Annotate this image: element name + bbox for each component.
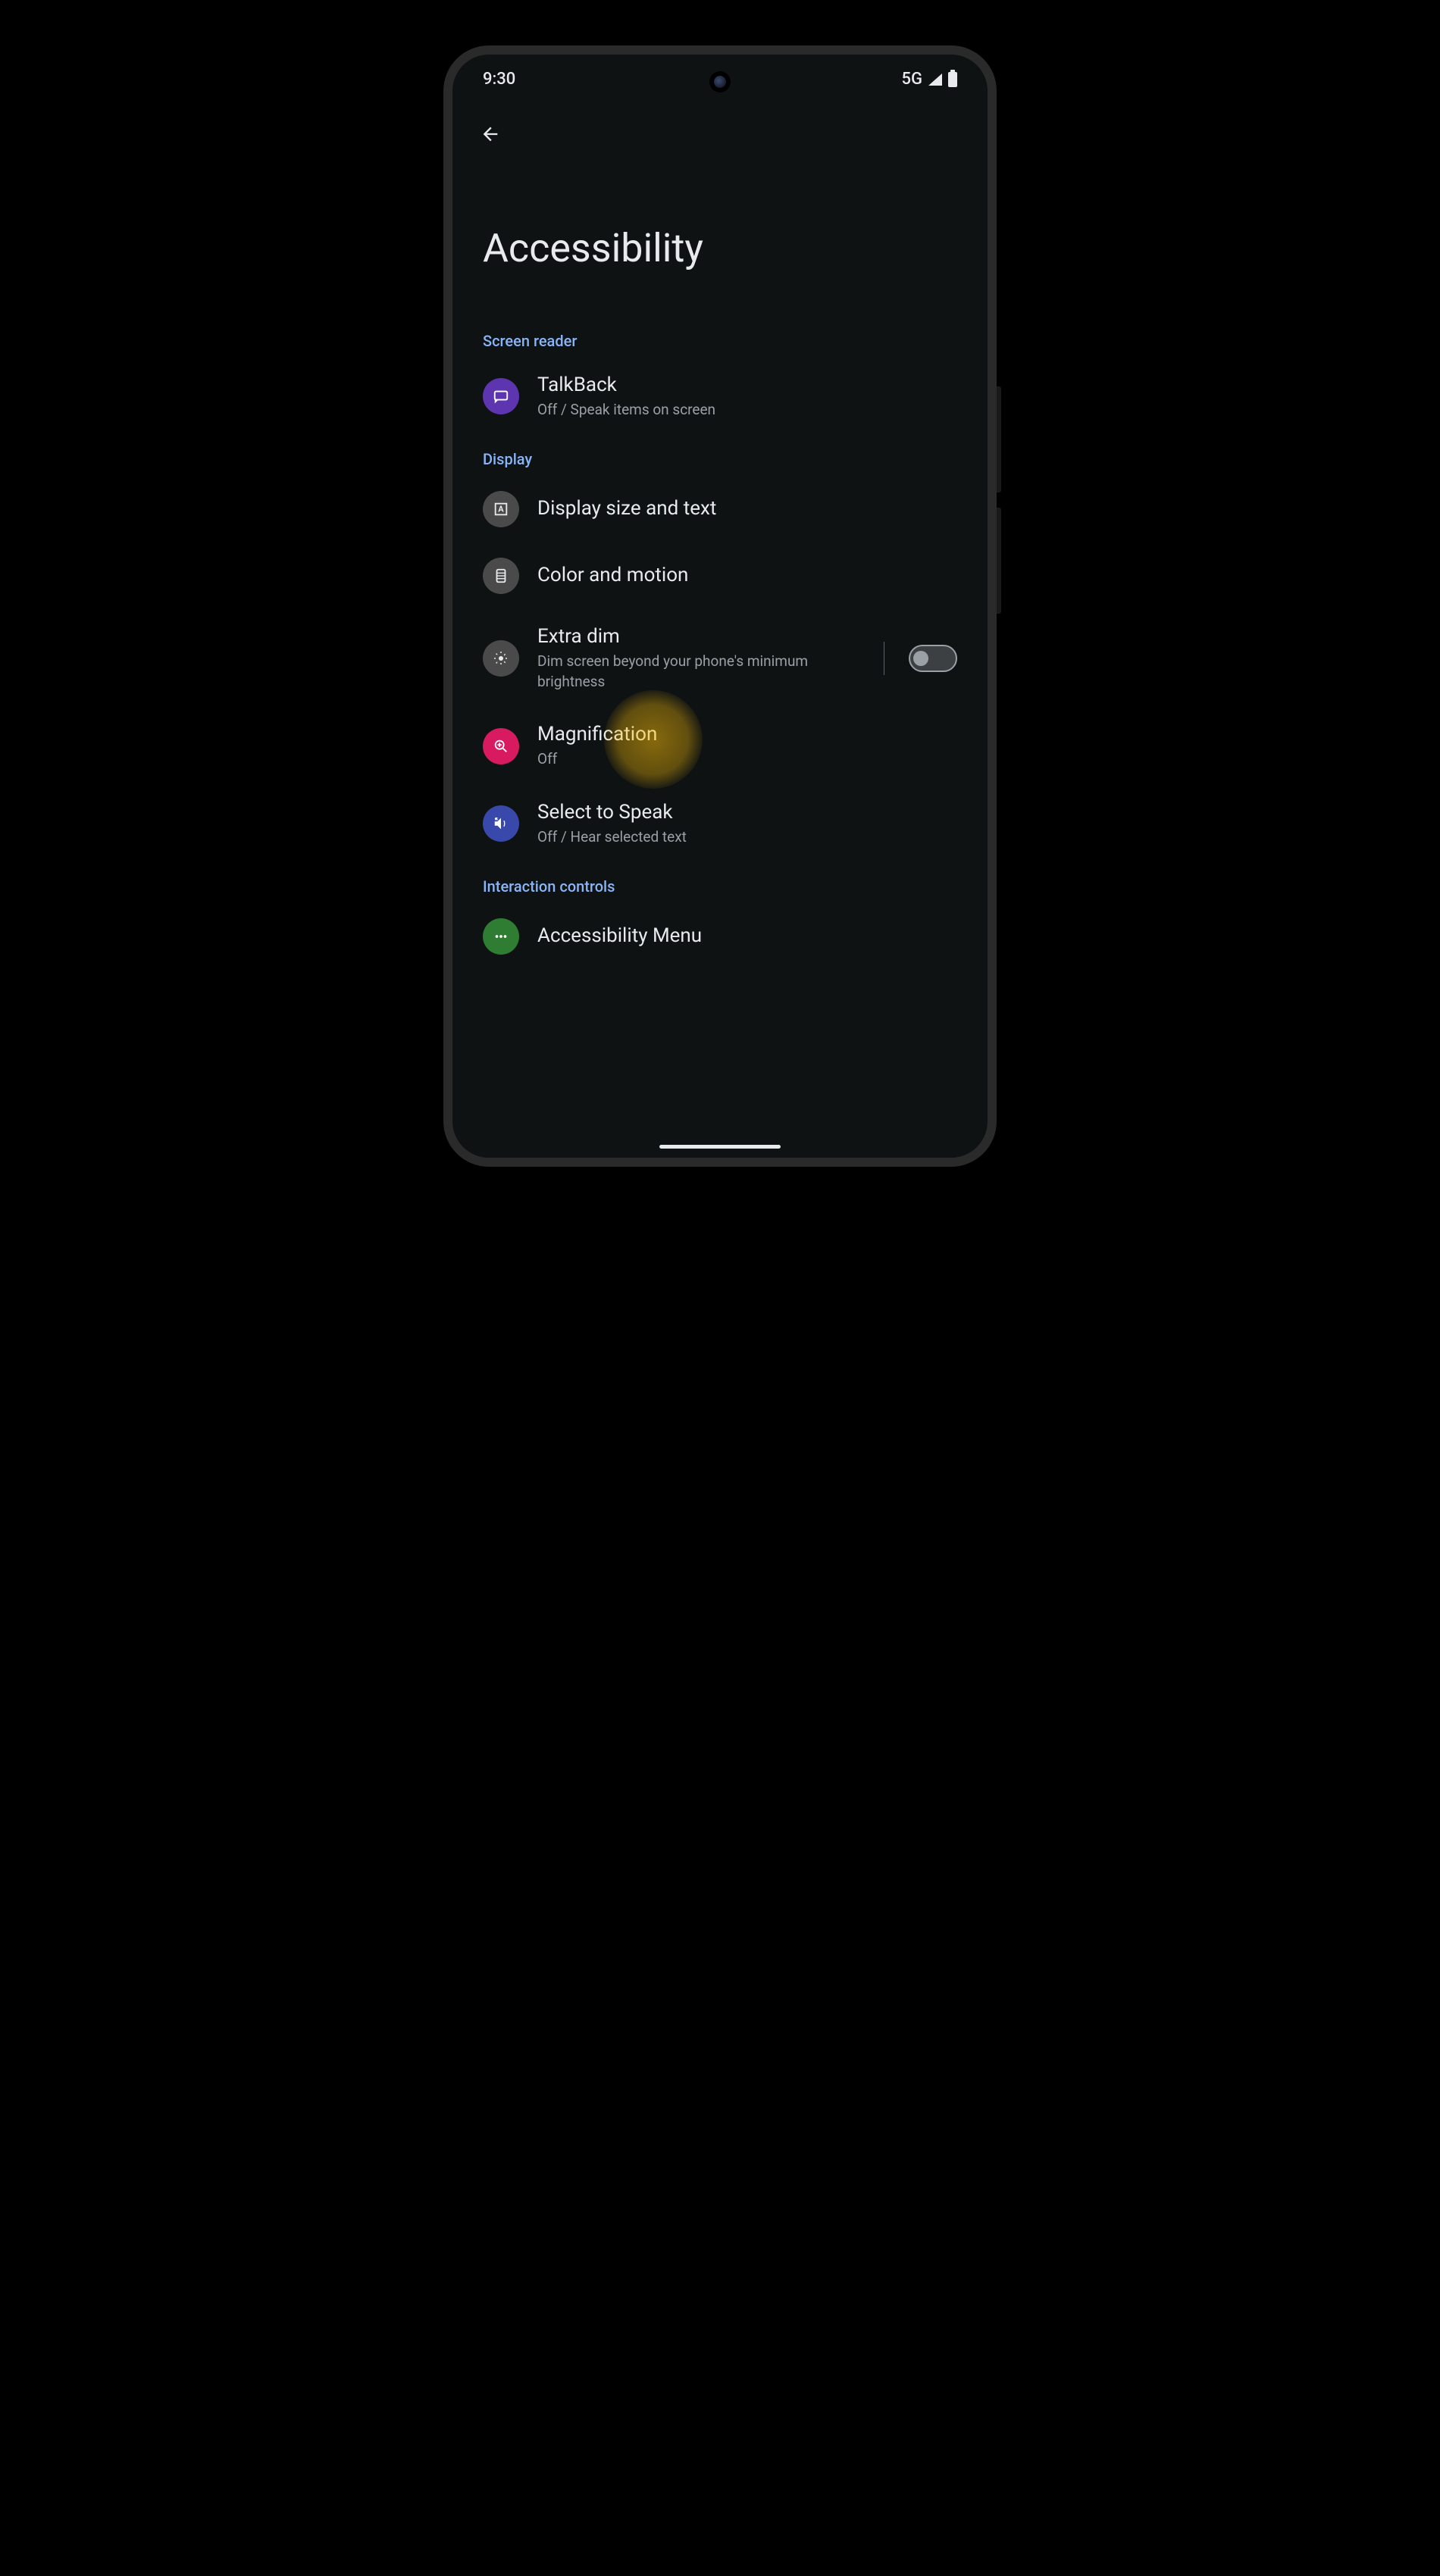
screen: 9:30 5G Accessibility Screen reader [452,55,988,1158]
item-subtitle: Off / Hear selected text [537,827,957,848]
accessibility-menu-icon [483,918,519,955]
item-title: Select to Speak [537,800,957,826]
item-content: Accessibility Menu [537,924,957,949]
battery-icon [948,72,957,87]
section-header-display: Display [452,435,988,476]
text-size-icon: A [493,501,509,517]
speaker-icon [493,815,509,832]
item-subtitle: Dim screen beyond your phone's minimum b… [537,652,866,692]
item-title: Accessibility Menu [537,924,957,949]
signal-icon [928,73,942,86]
home-indicator[interactable] [659,1145,781,1149]
talkback-icon [483,378,519,414]
item-title: Display size and text [537,496,957,522]
section-header-screen-reader: Screen reader [452,317,988,358]
item-content: Select to Speak Off / Hear selected text [537,800,957,847]
display-size-icon: A [483,491,519,527]
item-title: TalkBack [537,373,957,399]
phone-frame: 9:30 5G Accessibility Screen reader [443,45,997,1167]
item-content: Display size and text [537,496,957,522]
item-color-motion[interactable]: Color and motion [452,542,988,609]
section-header-interaction: Interaction controls [452,862,988,903]
item-talkback[interactable]: TalkBack Off / Speak items on screen [452,358,988,435]
item-magnification[interactable]: Magnification Off [452,707,988,784]
camera-notch [709,71,731,92]
item-content: Color and motion [537,563,957,589]
zoom-in-icon [493,738,509,755]
status-icons: 5G [902,70,958,89]
item-title: Color and motion [537,563,957,589]
more-horiz-icon [493,928,509,945]
item-content: Extra dim Dim screen beyond your phone's… [537,624,866,692]
extra-dim-icon [483,640,519,677]
item-display-size[interactable]: A Display size and text [452,476,988,542]
item-select-to-speak[interactable]: Select to Speak Off / Hear selected text [452,785,988,862]
item-accessibility-menu[interactable]: Accessibility Menu [452,903,988,955]
app-bar [452,96,988,164]
back-button[interactable] [475,119,506,149]
palette-icon [493,567,509,584]
dim-icon [492,649,510,667]
svg-text:A: A [498,505,504,514]
select-to-speak-icon [483,805,519,842]
item-subtitle: Off / Speak items on screen [537,400,957,420]
item-content: TalkBack Off / Speak items on screen [537,373,957,420]
page-title: Accessibility [452,164,988,317]
item-content: Magnification Off [537,722,957,769]
item-subtitle: Off [537,749,957,770]
item-title: Magnification [537,722,957,748]
color-motion-icon [483,558,519,594]
extra-dim-toggle[interactable] [909,645,957,672]
chat-icon [493,388,509,405]
status-time: 9:30 [483,70,515,89]
item-extra-dim[interactable]: Extra dim Dim screen beyond your phone's… [452,609,988,707]
magnification-icon [483,728,519,764]
item-title: Extra dim [537,624,866,650]
arrow-back-icon [480,123,501,145]
network-label: 5G [902,70,923,89]
